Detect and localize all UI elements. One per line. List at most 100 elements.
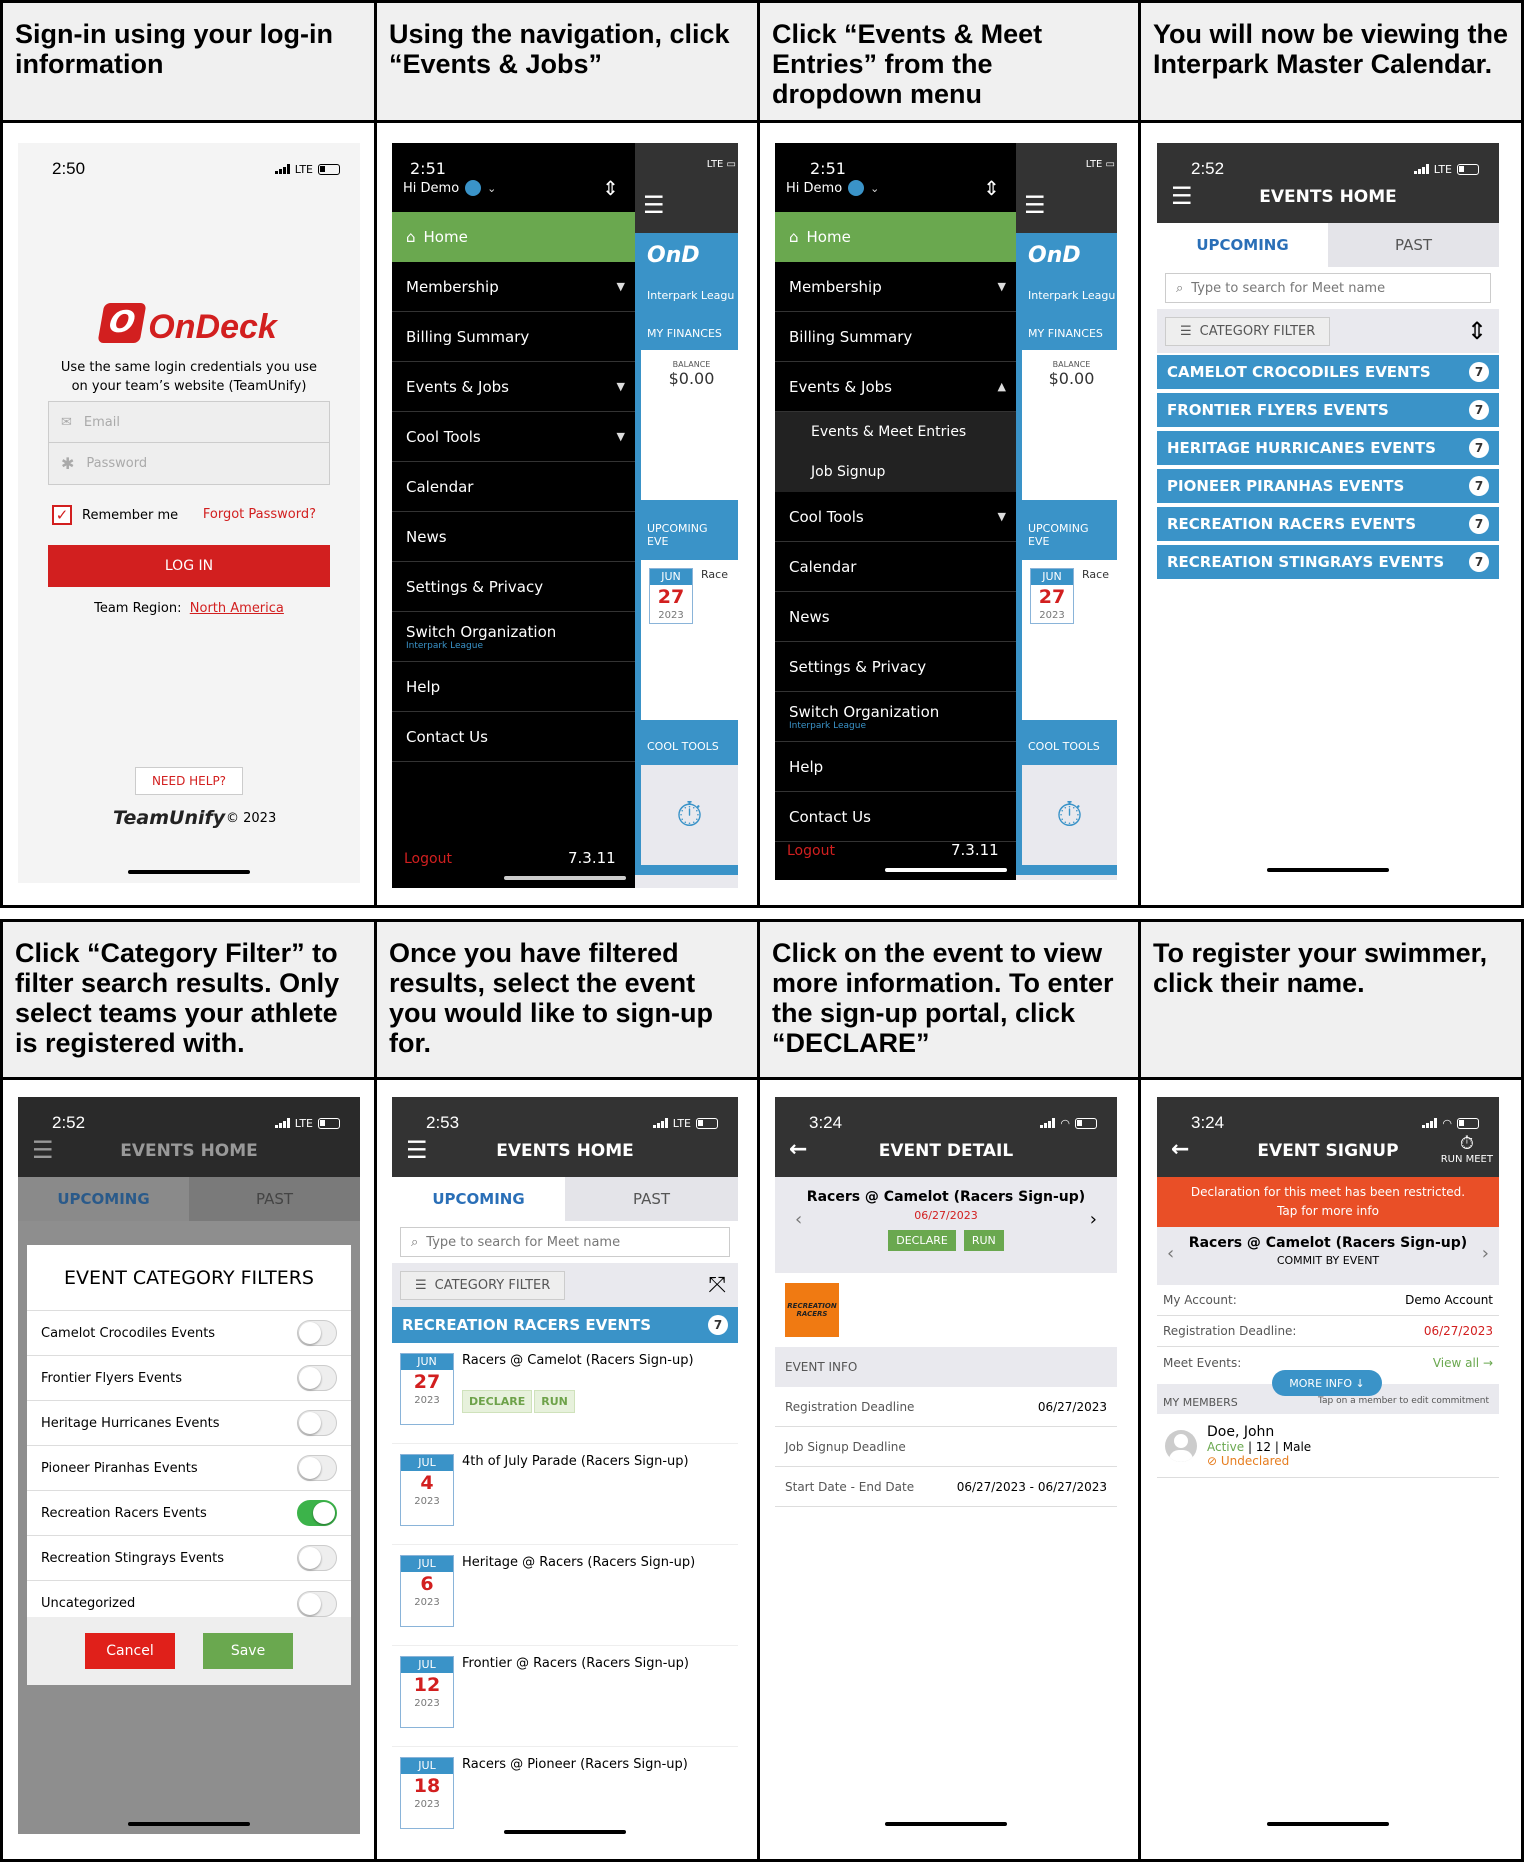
- category-row[interactable]: FRONTIER FLYERS EVENTS 7: [1157, 393, 1499, 427]
- event-row[interactable]: JUL 18 2023 Racers @ Pioneer (Racers Sign-…: [392, 1747, 738, 1842]
- filter-item[interactable]: Recreation Racers Events: [27, 1491, 351, 1536]
- more-info-button[interactable]: MORE INFO ↓: [1272, 1370, 1382, 1396]
- nav-item-news[interactable]: News: [392, 512, 635, 562]
- nav-subitem-job-signup[interactable]: Job Signup: [775, 452, 1016, 492]
- toggle-switch[interactable]: [297, 1590, 337, 1617]
- sort-icon[interactable]: ⇕: [1467, 317, 1487, 345]
- logout-link[interactable]: Logout: [787, 843, 835, 859]
- category-row[interactable]: HERITAGE HURRICANES EVENTS 7: [1157, 431, 1499, 465]
- toggle-switch[interactable]: [297, 1455, 337, 1481]
- run-button[interactable]: RUN: [534, 1390, 575, 1413]
- menu-icon[interactable]: ☰: [32, 1137, 54, 1163]
- event-row[interactable]: JUN 27 2023 Racers @ Camelot (Racers Sign-…: [392, 1343, 738, 1444]
- forgot-password-link[interactable]: Forgot Password?: [203, 507, 316, 522]
- declare-button[interactable]: DECLARE: [462, 1390, 533, 1413]
- nav-item-help[interactable]: Help: [392, 662, 635, 712]
- back-arrow-icon[interactable]: ←: [1171, 1137, 1189, 1163]
- page-title: EVENT DETAIL: [878, 1141, 1014, 1161]
- menu-icon[interactable]: ☰: [1171, 183, 1193, 209]
- member-name[interactable]: Doe, John: [1207, 1424, 1311, 1440]
- run-button[interactable]: RUN: [963, 1230, 1004, 1251]
- category-row[interactable]: RECREATION RACERS EVENTS 7: [1157, 507, 1499, 541]
- login-button[interactable]: LOG IN: [48, 545, 330, 587]
- nav-item-switch-org[interactable]: Switch Organization Interpark League: [775, 692, 1016, 742]
- event-row[interactable]: JUL 12 2023 Frontier @ Racers (Racers Sign…: [392, 1646, 738, 1747]
- tab-past[interactable]: PAST: [189, 1177, 360, 1221]
- nav-item-billing[interactable]: Billing Summary: [392, 312, 635, 362]
- cancel-button[interactable]: Cancel: [85, 1633, 175, 1669]
- nav-item-home[interactable]: ⌂ Home: [775, 212, 1016, 262]
- chevron-left-icon[interactable]: ‹: [795, 1209, 802, 1230]
- nav-item-events-jobs[interactable]: Events & Jobs ▼: [392, 362, 635, 412]
- email-field[interactable]: ✉ Email: [49, 402, 329, 443]
- chevron-right-icon[interactable]: ›: [1482, 1243, 1489, 1264]
- section-header: EVENT INFO: [775, 1347, 1117, 1387]
- search-input[interactable]: ⌕ Type to search for Meet name: [400, 1227, 730, 1257]
- greeting[interactable]: Hi Demo ⌄: [403, 180, 496, 196]
- region-link[interactable]: North America: [190, 601, 284, 616]
- nav-item-membership[interactable]: Membership ▼: [392, 262, 635, 312]
- nav-item-news[interactable]: News: [775, 592, 1016, 642]
- category-filter-button[interactable]: ☰ CATEGORY FILTER: [1165, 316, 1331, 346]
- toggle-switch[interactable]: [297, 1545, 337, 1571]
- nav-item-cool-tools[interactable]: Cool Tools ▼: [392, 412, 635, 462]
- nav-item-membership[interactable]: Membership ▼: [775, 262, 1016, 312]
- nav-item-events-jobs[interactable]: Events & Jobs ▲: [775, 362, 1016, 412]
- nav-item-settings[interactable]: Settings & Privacy: [775, 642, 1016, 692]
- grid-line: [0, 905, 1524, 908]
- category-header[interactable]: RECREATION RACERS EVENTS 7: [392, 1307, 738, 1343]
- filter-item[interactable]: Camelot Crocodiles Events: [27, 1311, 351, 1356]
- filter-item[interactable]: Recreation Stingrays Events: [27, 1536, 351, 1581]
- nav-item-cool-tools[interactable]: Cool Tools ▼: [775, 492, 1016, 542]
- tab-past[interactable]: PAST: [565, 1177, 738, 1221]
- tab-upcoming[interactable]: UPCOMING: [1157, 223, 1328, 267]
- toggle-switch[interactable]: [297, 1365, 337, 1391]
- category-row[interactable]: PIONEER PIRANHAS EVENTS 7: [1157, 469, 1499, 503]
- filter-item[interactable]: Pioneer Piranhas Events: [27, 1446, 351, 1491]
- logout-link[interactable]: Logout: [404, 851, 452, 867]
- nav-item-contact[interactable]: Contact Us: [775, 792, 1016, 842]
- greeting[interactable]: Hi Demo ⌄: [786, 180, 879, 196]
- toggle-switch[interactable]: [297, 1500, 337, 1526]
- tab-past[interactable]: PAST: [1328, 223, 1499, 267]
- back-arrow-icon[interactable]: ←: [789, 1137, 807, 1163]
- save-button[interactable]: Save: [203, 1633, 293, 1669]
- category-row[interactable]: CAMELOT CROCODILES EVENTS 7: [1157, 355, 1499, 389]
- category-filter-button[interactable]: ☰ CATEGORY FILTER: [400, 1270, 566, 1300]
- nav-item-home[interactable]: ⌂ Home: [392, 212, 635, 262]
- filter-item[interactable]: Frontier Flyers Events: [27, 1356, 351, 1401]
- nav-item-contact[interactable]: Contact Us: [392, 712, 635, 762]
- restriction-banner[interactable]: Declaration for this meet has been restr…: [1157, 1177, 1499, 1227]
- password-field[interactable]: ✱ Password: [49, 443, 329, 484]
- view-all-link[interactable]: View all →: [1433, 1356, 1493, 1370]
- sort-icon[interactable]: ⇕: [983, 176, 1000, 200]
- category-row[interactable]: RECREATION STINGRAYS EVENTS 7: [1157, 545, 1499, 579]
- nav-item-calendar[interactable]: Calendar: [392, 462, 635, 512]
- nav-item-settings[interactable]: Settings & Privacy: [392, 562, 635, 612]
- chevron-left-icon[interactable]: ‹: [1167, 1243, 1174, 1264]
- member-row[interactable]: Doe, John Active | 12 | Male ⊘ Undeclare…: [1157, 1414, 1499, 1478]
- remember-me[interactable]: ✓ Remember me: [52, 505, 178, 525]
- page-title: EVENTS HOME: [120, 1141, 258, 1161]
- nav-item-help[interactable]: Help: [775, 742, 1016, 792]
- filter-item[interactable]: Heritage Hurricanes Events: [27, 1401, 351, 1446]
- tab-upcoming[interactable]: UPCOMING: [18, 1177, 189, 1221]
- declare-button[interactable]: DECLARE: [888, 1230, 956, 1251]
- menu-icon[interactable]: ☰: [406, 1137, 428, 1163]
- event-row[interactable]: JUL 4 2023 4th of July Parade (Racers Sign…: [392, 1444, 738, 1545]
- tab-upcoming[interactable]: UPCOMING: [392, 1177, 565, 1221]
- toggle-switch[interactable]: [297, 1410, 337, 1436]
- nav-item-switch-org[interactable]: Switch Organization Interpark League: [392, 612, 635, 662]
- collapse-icon[interactable]: ⤧: [708, 1273, 726, 1298]
- run-meet-button[interactable]: ⏱ RUN MEET: [1441, 1133, 1493, 1165]
- need-help-button[interactable]: NEED HELP?: [135, 767, 243, 795]
- toggle-switch[interactable]: [297, 1320, 337, 1346]
- nav-item-billing[interactable]: Billing Summary: [775, 312, 1016, 362]
- sort-icon[interactable]: ⇕: [602, 176, 619, 200]
- nav-subitem-events-meet-entries[interactable]: Events & Meet Entries: [775, 412, 1016, 452]
- nav-item-calendar[interactable]: Calendar: [775, 542, 1016, 592]
- checkbox-icon[interactable]: ✓: [52, 505, 72, 525]
- event-row[interactable]: JUL 6 2023 Heritage @ Racers (Racers Sign-…: [392, 1545, 738, 1646]
- chevron-right-icon[interactable]: ›: [1090, 1209, 1097, 1230]
- search-input[interactable]: ⌕ Type to search for Meet name: [1165, 273, 1491, 303]
